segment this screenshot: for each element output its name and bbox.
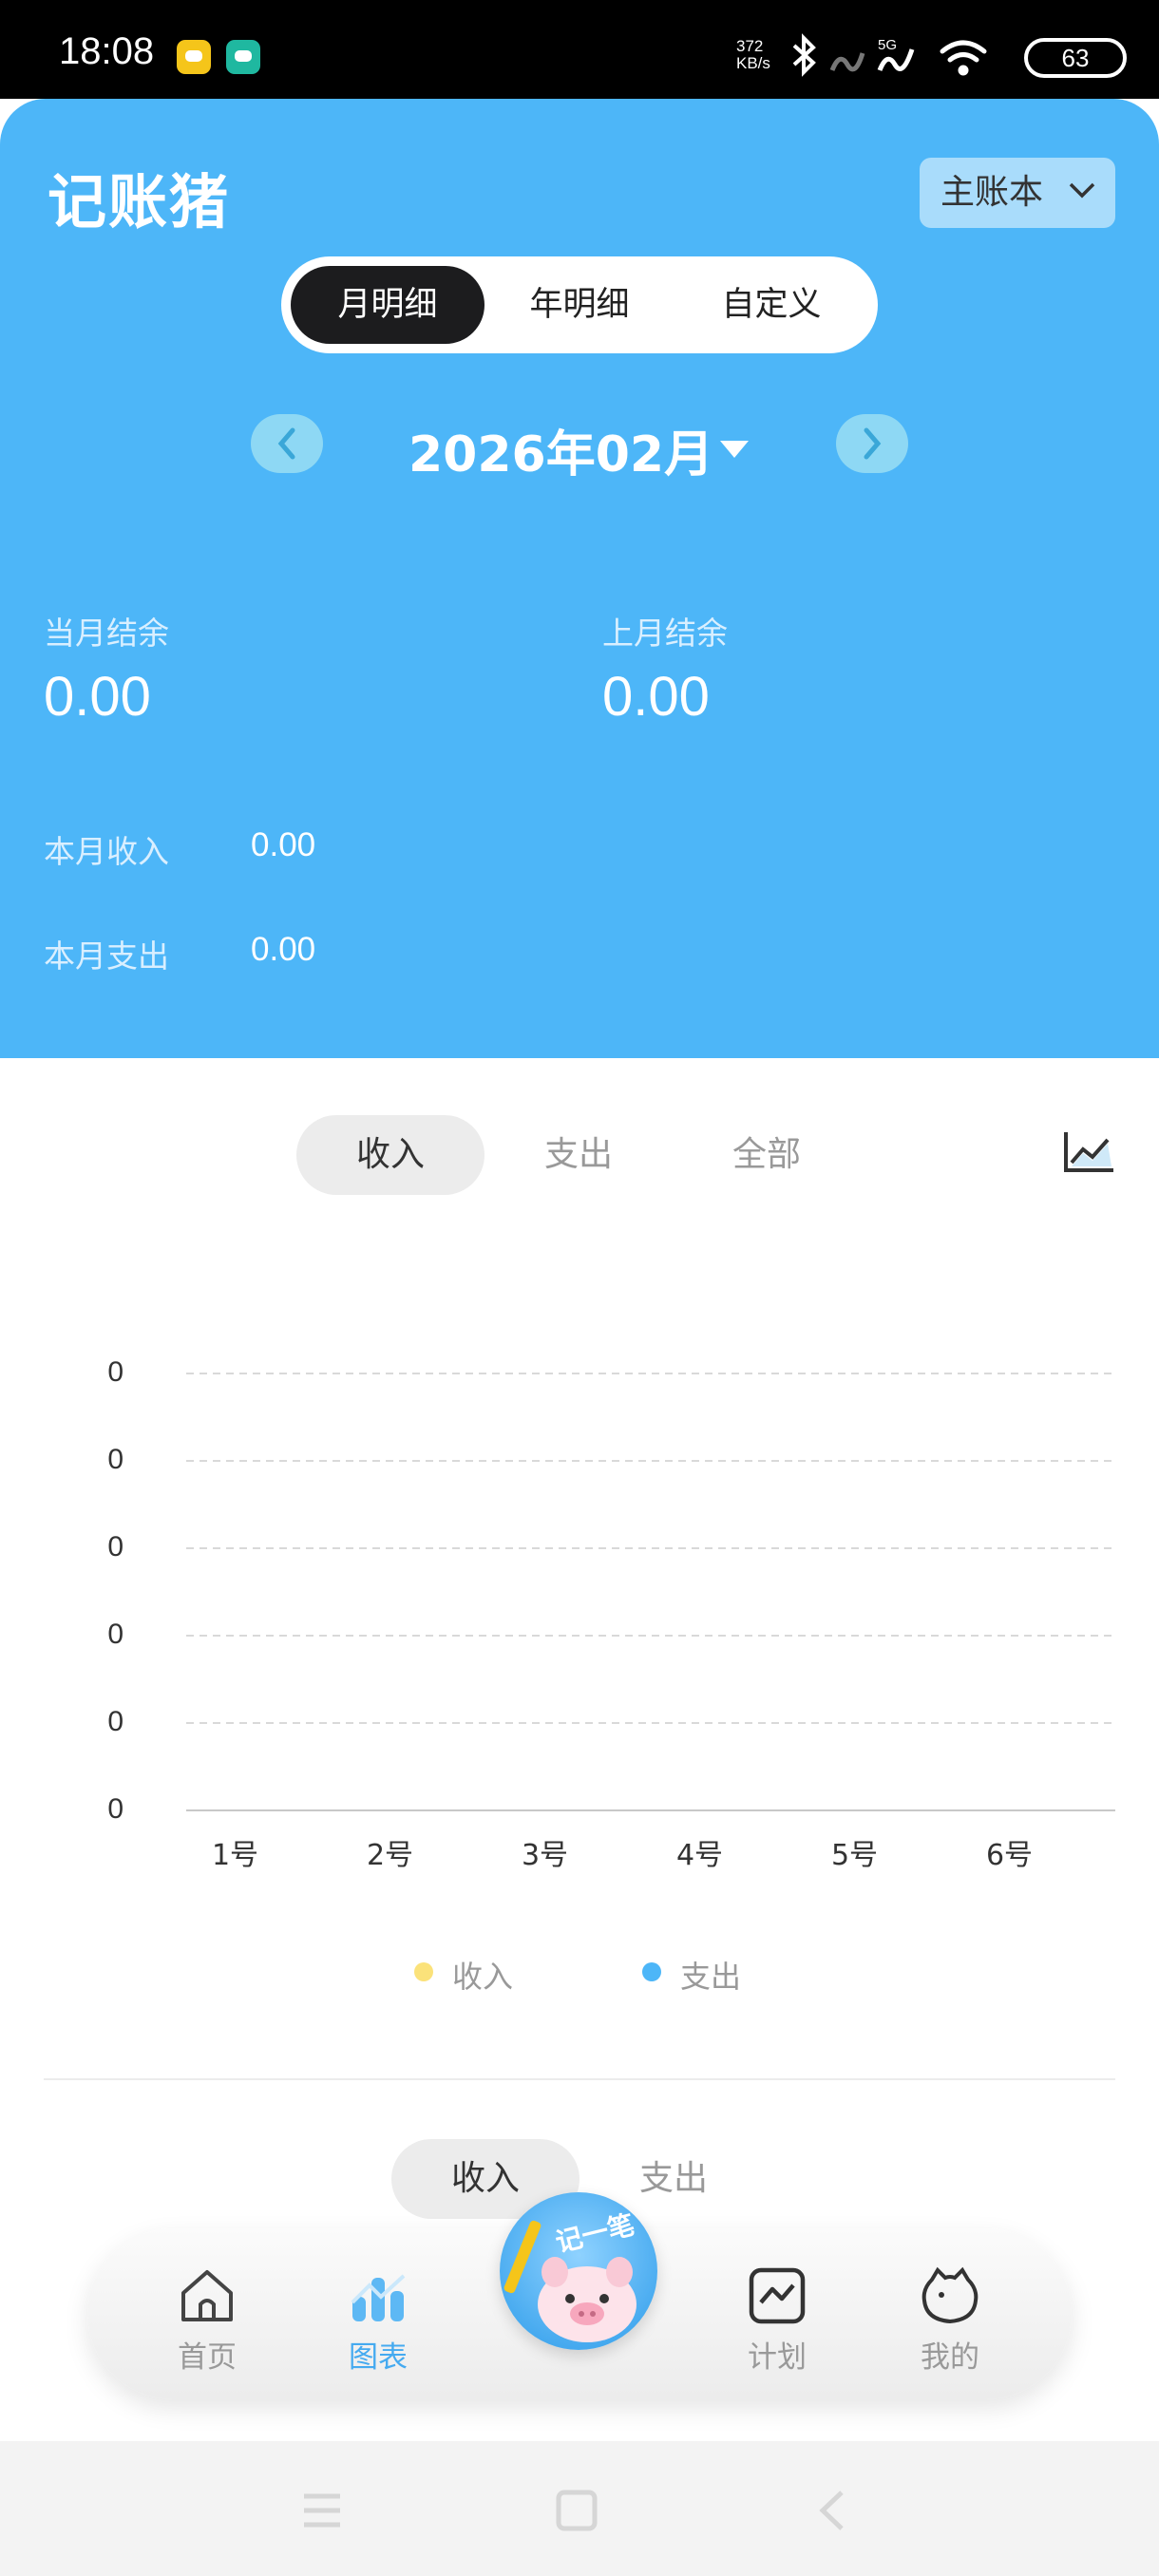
nav-profile-label: 我的 [921,2340,979,2375]
pig-profile-icon [922,2266,978,2324]
signal-5g-label: 5G [878,37,897,53]
prev-month-button[interactable] [251,414,323,473]
signal-icon-1 [829,52,865,72]
app-title: 记账猪 [48,167,231,237]
chevron-right-icon [864,427,882,460]
battery-indicator: 63 [1024,38,1127,78]
status-icons: 5G [792,33,987,77]
month-label[interactable]: 2026年02月 [408,414,713,485]
legend-expense-swatch [642,1962,661,1981]
bluetooth-icon [792,33,816,77]
home-square-icon[interactable] [555,2489,598,2532]
nav-chart-label: 图表 [349,2340,408,2375]
caret-down-icon[interactable] [718,439,750,460]
next-month-button[interactable] [836,414,908,473]
legend-expense-label[interactable]: 支出 [680,1953,741,1997]
account-book-label: 主账本 [940,173,1044,212]
tab-custom[interactable]: 自定义 [674,266,868,344]
tab-expense[interactable]: 支出 [484,1115,673,1195]
nav-plan-label: 计划 [748,2340,807,2375]
current-balance-value: 0.00 [44,666,151,728]
nav-home-label: 首页 [178,2340,237,2375]
back-icon[interactable] [811,2489,855,2532]
last-balance-label: 上月结余 [602,615,728,652]
month-expense-label: 本月支出 [44,938,169,975]
chevron-down-icon [1069,182,1095,199]
notification-app-icon [226,40,260,74]
x-tick-label: 5号 [830,1839,879,1872]
legend-income-swatch [414,1962,433,1981]
period-segmented-control: 月明细 年明细 自定义 [281,256,878,353]
tab-month-detail[interactable]: 月明细 [291,266,484,344]
nav-profile[interactable]: 我的 [884,2264,1016,2376]
menu-icon[interactable] [300,2489,344,2532]
x-tick-label: 6号 [985,1839,1034,1872]
status-time: 18:08 [59,30,155,72]
month-income-label: 本月收入 [44,833,169,870]
add-record-button[interactable]: 记一笔 [500,2192,657,2350]
x-tick-label: 2号 [366,1839,414,1872]
tab-income[interactable]: 收入 [296,1115,484,1195]
current-balance-label: 当月结余 [44,615,169,652]
legend-income-label[interactable]: 收入 [452,1953,513,1997]
header-panel [0,99,1159,1058]
network-speed: 372 KB/s [736,37,770,72]
wifi-icon [940,40,987,76]
tab-all[interactable]: 全部 [673,1115,861,1195]
x-tick-label: 4号 [675,1839,724,1872]
last-balance-value: 0.00 [602,666,710,728]
section-divider [44,2078,1115,2080]
tab-year-detail[interactable]: 年明细 [483,266,676,344]
month-expense-value: 0.00 [251,931,316,968]
notification-app-icon [177,40,211,74]
x-tick-label: 3号 [521,1839,569,1872]
bar-chart-icon [351,2274,406,2321]
chevron-left-icon [277,427,295,460]
month-income-value: 0.00 [251,826,316,863]
nav-chart[interactable]: 图表 [312,2264,445,2376]
plan-icon [749,2267,806,2324]
nav-home[interactable]: 首页 [141,2264,274,2376]
trend-chart-icon[interactable] [1062,1128,1117,1176]
account-book-selector[interactable]: 主账本 [920,158,1115,228]
line-chart [186,1373,1115,1811]
home-icon [181,2270,233,2321]
x-tick-label: 1号 [211,1839,259,1872]
nav-plan[interactable]: 计划 [711,2264,844,2376]
